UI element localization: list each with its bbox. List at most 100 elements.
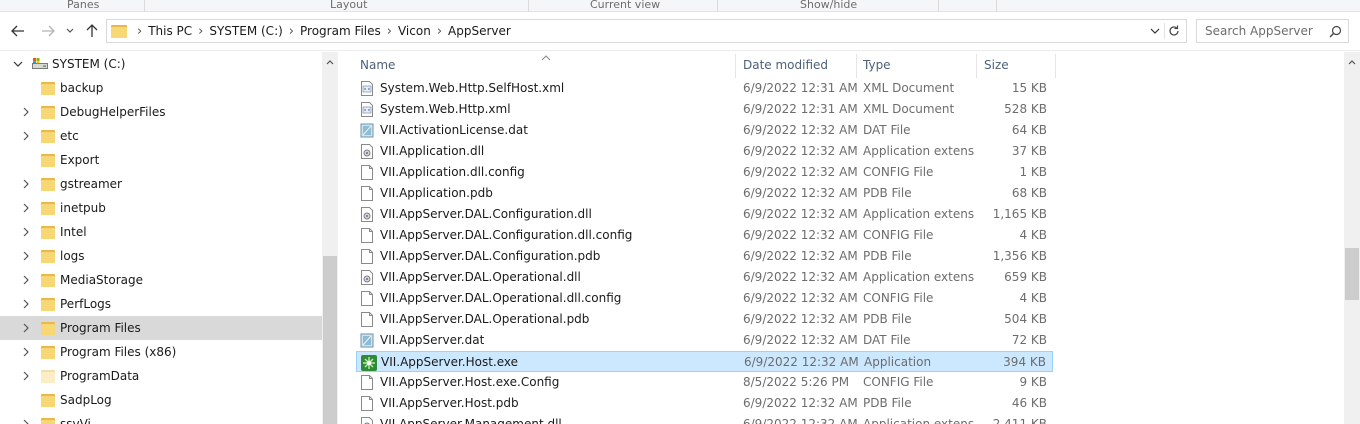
file-type: PDB File [863, 186, 912, 200]
chevron-right-icon[interactable] [20, 226, 32, 238]
chevron-right-icon[interactable]: › [437, 24, 442, 39]
address-history-button[interactable] [1150, 24, 1160, 41]
tree-item[interactable]: ssvVi [0, 412, 322, 424]
chevron-right-icon[interactable] [20, 346, 32, 358]
search-box[interactable] [1196, 19, 1349, 43]
file-row[interactable]: VII.AppServer.DAL.Configuration.pdb 6/9/2… [356, 246, 1053, 267]
address-bar[interactable]: › This PC › SYSTEM (C:) › Program Files … [106, 19, 1187, 43]
file-row[interactable]: VII.AppServer.DAL.Configuration.dll 6/9/2… [356, 204, 1053, 225]
tree-item[interactable]: inetpub [0, 196, 322, 220]
tree-item[interactable]: ProgramData [0, 364, 322, 388]
column-header-label: Size [984, 58, 1009, 72]
drive-icon [32, 58, 48, 70]
chevron-right-icon[interactable] [20, 250, 32, 262]
recent-locations-button[interactable] [64, 21, 76, 41]
tree-item[interactable]: Intel [0, 220, 322, 244]
file-name: VII.AppServer.DAL.Operational.pdb [380, 312, 590, 326]
file-row[interactable]: VII.AppServer.DAL.Operational.pdb 6/9/202… [356, 309, 1053, 330]
chevron-right-icon[interactable] [20, 130, 32, 142]
tree-item[interactable]: Export [0, 148, 322, 172]
navigation-scrollbar[interactable] [322, 52, 338, 424]
chevron-right-icon[interactable] [20, 178, 32, 190]
file-list[interactable]: Name Date modified Type Size System.Web.… [338, 52, 1344, 424]
column-header-label: Name [360, 58, 396, 72]
file-date: 6/9/2022 12:32 AM [743, 270, 858, 284]
file-row[interactable]: VII.AppServer.DAL.Operational.dll.config… [356, 288, 1053, 309]
tree-item-label: logs [60, 249, 85, 263]
breadcrumb-system-c[interactable]: SYSTEM (C:) [209, 24, 282, 38]
file-row[interactable]: VII.ActivationLicense.dat 6/9/2022 12:32 … [356, 120, 1053, 141]
file-row[interactable]: VII.AppServer.DAL.Configuration.dll.conf… [356, 225, 1053, 246]
file-icon [360, 165, 374, 180]
file-row[interactable]: VII.Application.dll 6/9/2022 12:32 AM Appl… [356, 141, 1053, 162]
chevron-right-icon[interactable] [20, 202, 32, 214]
chevron-down-icon [1150, 28, 1160, 34]
file-row[interactable]: VII.AppServer.Management.dll 6/9/2022 12:… [356, 414, 1053, 424]
folder-icon [111, 24, 127, 38]
dat-icon [360, 123, 374, 138]
tree-item[interactable]: SadpLog [0, 388, 322, 412]
breadcrumb-this-pc[interactable]: This PC [148, 24, 192, 38]
chevron-right-icon[interactable] [20, 370, 32, 382]
refresh-button[interactable] [1164, 23, 1182, 39]
scroll-up-icon[interactable] [322, 56, 338, 68]
tree-item[interactable]: backup [0, 76, 322, 100]
tree-item-system-drive[interactable]: SYSTEM (C:) [0, 52, 322, 76]
tree-item[interactable]: PerfLogs [0, 292, 322, 316]
file-row[interactable]: VII.Application.dll.config 6/9/2022 12:32… [356, 162, 1053, 183]
chevron-right-icon[interactable]: › [137, 24, 142, 39]
chevron-right-icon[interactable] [20, 298, 32, 310]
tree-item-label: MediaStorage [60, 273, 143, 287]
file-row[interactable]: System.Web.Http.SelfHost.xml 6/9/2022 12:… [356, 78, 1053, 99]
file-row[interactable]: System.Web.Http.xml 6/9/2022 12:31 AM XML … [356, 99, 1053, 120]
file-row[interactable]: VII.AppServer.Host.exe 6/9/2022 12:32 AM A… [356, 351, 1053, 372]
column-header-label: Type [863, 58, 891, 72]
breadcrumb-program-files[interactable]: Program Files [300, 24, 381, 38]
column-header-size[interactable]: Size [984, 52, 1054, 78]
chevron-right-icon[interactable] [20, 322, 32, 334]
file-list-scrollbar[interactable] [1344, 52, 1360, 424]
up-button[interactable] [84, 21, 100, 41]
navigation-pane[interactable]: SYSTEM (C:) backup DebugHelperFiles etc Exp… [0, 52, 338, 424]
tree-item[interactable]: MediaStorage [0, 268, 322, 292]
column-header-name[interactable]: Name [360, 52, 734, 78]
folder-icon [41, 393, 55, 407]
tree-item[interactable]: etc [0, 124, 322, 148]
file-date: 6/9/2022 12:31 AM [743, 81, 858, 95]
dat-icon [360, 333, 374, 348]
scrollbar-thumb[interactable] [1345, 248, 1359, 300]
column-header-type[interactable]: Type [863, 52, 976, 78]
file-row[interactable]: VII.Application.pdb 6/9/2022 12:32 AM PDB … [356, 183, 1053, 204]
search-input[interactable] [1205, 24, 1333, 38]
chevron-right-icon[interactable] [20, 106, 32, 118]
chevron-right-icon[interactable]: › [387, 24, 392, 39]
file-row[interactable]: VII.AppServer.dat 6/9/2022 12:32 AM DAT Fi… [356, 330, 1053, 351]
tree-item[interactable]: Program Files (x86) [0, 340, 322, 364]
scrollbar-thumb[interactable] [323, 256, 337, 424]
tree-item[interactable]: gstreamer [0, 172, 322, 196]
file-row[interactable]: VII.AppServer.Host.exe.Config 8/5/2022 5:… [356, 372, 1053, 393]
chevron-down-icon[interactable] [12, 58, 24, 70]
file-type: XML Document [863, 102, 955, 116]
forward-button[interactable] [40, 21, 56, 41]
tree-item[interactable]: DebugHelperFiles [0, 100, 322, 124]
chevron-right-icon[interactable] [20, 274, 32, 286]
chevron-right-icon[interactable]: › [198, 24, 203, 39]
file-date: 6/9/2022 12:32 AM [743, 249, 858, 263]
file-date: 8/5/2022 5:26 PM [743, 375, 850, 389]
search-icon[interactable] [1329, 25, 1342, 41]
tree-item-label: backup [60, 81, 104, 95]
file-size: 504 KB [1004, 312, 1047, 326]
chevron-down-icon [66, 28, 74, 33]
file-row[interactable]: VII.AppServer.DAL.Operational.dll 6/9/202… [356, 267, 1053, 288]
back-button[interactable] [10, 21, 26, 41]
chevron-right-icon[interactable]: › [289, 24, 294, 39]
column-header-date[interactable]: Date modified [743, 52, 857, 78]
breadcrumb-vicon[interactable]: Vicon [398, 24, 431, 38]
chevron-right-icon[interactable] [20, 418, 32, 424]
tree-item[interactable]: logs [0, 244, 322, 268]
breadcrumb-appserver[interactable]: AppServer [448, 24, 511, 38]
tree-item[interactable]: Program Files [0, 316, 322, 340]
file-row[interactable]: VII.AppServer.Host.pdb 6/9/2022 12:32 AM P… [356, 393, 1053, 414]
scroll-up-icon[interactable] [1344, 56, 1360, 68]
